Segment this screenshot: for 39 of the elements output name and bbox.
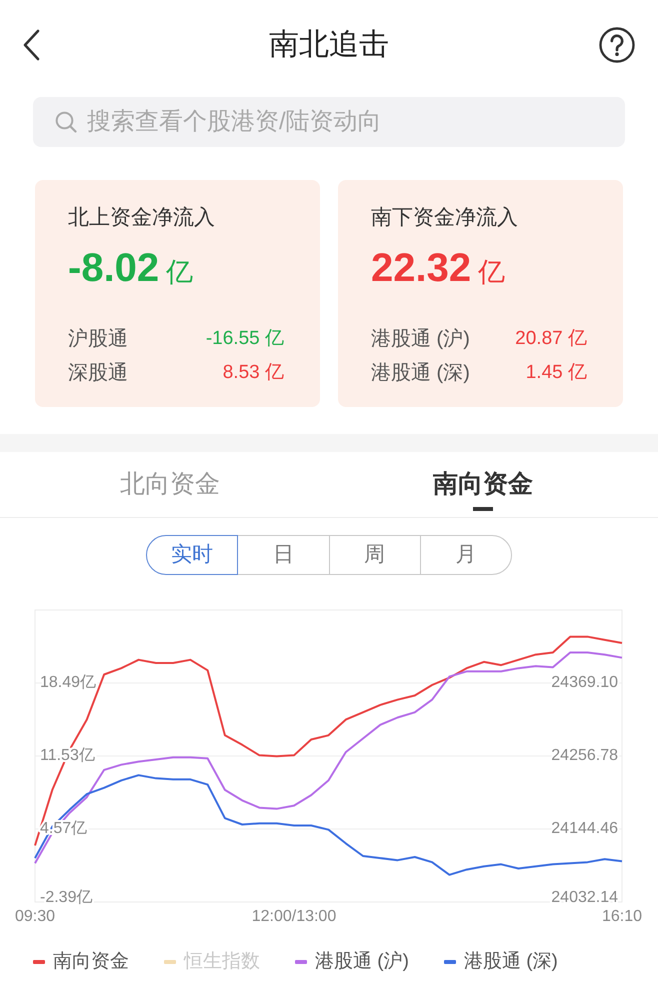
period-tab[interactable]: 月 — [420, 535, 512, 575]
channel-label: 深股通 — [68, 361, 128, 386]
active-tab-indicator — [473, 507, 493, 511]
x-axis-label: 16:10 — [602, 908, 642, 926]
channel-value: 1.45 亿 — [526, 360, 587, 385]
channel-value: 8.53 亿 — [222, 360, 284, 385]
chevron-left-icon — [22, 29, 40, 61]
channel-label: 沪股通 — [68, 327, 128, 352]
channel-label: 港股通 (沪) — [371, 327, 470, 352]
x-axis-label: 12:00/13:00 — [252, 908, 336, 926]
card-title: 北上资金净流入 — [68, 205, 216, 231]
right-axis-label: 24256.78 — [551, 747, 618, 764]
net-inflow-value: -8.02 — [68, 245, 160, 292]
period-tab[interactable]: 实时 — [146, 535, 238, 575]
right-axis-label: 24144.46 — [551, 820, 618, 838]
channel-value: -16.55 亿 — [206, 326, 284, 351]
legend-item[interactable]: 南向资金 — [33, 948, 129, 976]
y-axis-label: 18.49亿 — [40, 674, 96, 692]
unit-label: 亿 — [478, 256, 506, 288]
help-icon — [599, 27, 635, 63]
search-field[interactable]: 搜索查看个股港资/陆资动向 — [33, 97, 625, 147]
x-axis-label: 09:30 — [14, 908, 56, 926]
right-axis-label: 24369.10 — [551, 674, 618, 692]
y-axis-label: -2.39亿 — [40, 889, 92, 906]
net-inflow-value: 22.32 — [371, 245, 472, 292]
right-axis-label: 24032.14 — [551, 889, 618, 906]
tab[interactable]: 南向资金 — [363, 452, 603, 517]
period-tab[interactable]: 周 — [328, 535, 421, 575]
tab[interactable]: 北向资金 — [50, 452, 290, 517]
legend-item[interactable]: 港股通 (沪) — [295, 948, 409, 976]
channel-label: 港股通 (深) — [371, 361, 470, 386]
search-icon — [55, 111, 77, 133]
period-tab[interactable]: 日 — [237, 535, 330, 575]
help-button[interactable] — [598, 26, 636, 64]
legend-item[interactable]: 港股通 (深) — [444, 948, 558, 976]
card-title: 南下资金净流入 — [371, 205, 519, 231]
channel-value: 20.87 亿 — [515, 326, 587, 351]
unit-label: 亿 — [166, 256, 194, 288]
page-title: 南北追击 — [269, 27, 389, 63]
